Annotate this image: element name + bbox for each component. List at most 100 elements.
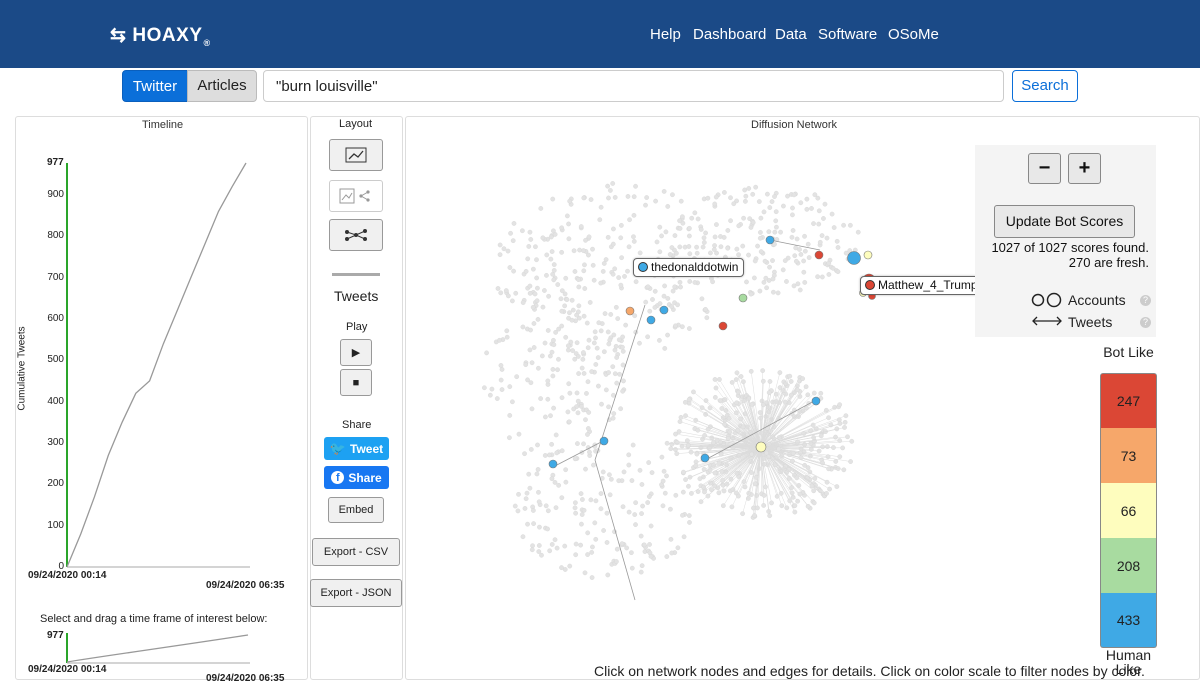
- network-node[interactable]: [614, 355, 618, 359]
- network-node[interactable]: [696, 428, 700, 432]
- network-node[interactable]: [673, 285, 677, 289]
- network-node[interactable]: [551, 374, 555, 378]
- network-node[interactable]: [785, 506, 789, 510]
- network-node[interactable]: [789, 379, 793, 383]
- network-node[interactable]: [610, 181, 614, 185]
- network-node[interactable]: [826, 467, 830, 471]
- layout-timeline-button[interactable]: [329, 139, 383, 171]
- network-node[interactable]: [827, 487, 831, 491]
- network-node[interactable]: [781, 204, 785, 208]
- network-node[interactable]: [499, 363, 503, 367]
- network-node[interactable]: [735, 247, 739, 251]
- network-node[interactable]: [589, 498, 593, 502]
- network-node[interactable]: [567, 311, 571, 315]
- network-node[interactable]: [693, 211, 697, 215]
- network-node[interactable]: [699, 227, 703, 231]
- network-node[interactable]: [516, 509, 520, 513]
- network-node[interactable]: [678, 285, 682, 289]
- network-node[interactable]: [793, 253, 797, 257]
- network-node[interactable]: [678, 245, 682, 249]
- network-node[interactable]: [825, 236, 829, 240]
- network-node[interactable]: [698, 477, 702, 481]
- network-node[interactable]: [593, 330, 597, 334]
- network-node[interactable]: [856, 230, 860, 234]
- network-node[interactable]: [595, 346, 599, 350]
- network-node[interactable]: [559, 565, 563, 569]
- network-node[interactable]: [514, 291, 518, 295]
- network-node[interactable]: [790, 213, 794, 217]
- network-node[interactable]: [736, 252, 740, 256]
- network-node[interactable]: [626, 194, 630, 198]
- network-node[interactable]: [577, 248, 581, 252]
- network-node[interactable]: [758, 289, 762, 293]
- network-node[interactable]: [532, 321, 536, 325]
- network-node[interactable]: [568, 199, 572, 203]
- network-node[interactable]: [741, 380, 745, 384]
- network-node[interactable]: [633, 522, 637, 526]
- network-node[interactable]: [840, 446, 844, 450]
- node-label-thedonalddotwin[interactable]: thedonalddotwin: [633, 258, 744, 277]
- network-node[interactable]: [714, 195, 718, 199]
- network-node[interactable]: [687, 244, 691, 248]
- network-node[interactable]: [793, 510, 797, 514]
- network-node[interactable]: [818, 240, 822, 244]
- network-node[interactable]: [551, 338, 555, 342]
- network-node[interactable]: [539, 553, 543, 557]
- network-node[interactable]: [795, 499, 799, 503]
- network-node[interactable]: [553, 480, 557, 484]
- network-node[interactable]: [627, 510, 631, 514]
- network-node[interactable]: [631, 235, 635, 239]
- network-node[interactable]: [795, 476, 799, 480]
- network-node[interactable]: [737, 224, 741, 228]
- network-node[interactable]: [594, 499, 598, 503]
- network-node[interactable]: [587, 410, 591, 414]
- network-node[interactable]: [567, 420, 571, 424]
- network-node[interactable]: [801, 259, 805, 263]
- network-node[interactable]: [653, 289, 657, 293]
- network-node[interactable]: [524, 496, 528, 500]
- network-node[interactable]: [689, 491, 693, 495]
- network-node[interactable]: [566, 222, 570, 226]
- network-node[interactable]: [511, 238, 515, 242]
- network-node[interactable]: [496, 286, 500, 290]
- network-node[interactable]: [770, 258, 774, 262]
- network-node[interactable]: [644, 300, 648, 304]
- network-node[interactable]: [759, 249, 763, 253]
- network-node[interactable]: [567, 382, 571, 386]
- network-node[interactable]: [670, 245, 674, 249]
- network-node[interactable]: [553, 330, 557, 334]
- network-node[interactable]: [530, 544, 534, 548]
- nav-data[interactable]: Data: [775, 26, 807, 43]
- network-node[interactable]: [587, 450, 591, 454]
- account-node[interactable]: [719, 322, 727, 330]
- network-node[interactable]: [658, 301, 662, 305]
- network-node[interactable]: [528, 348, 532, 352]
- network-node[interactable]: [795, 387, 799, 391]
- network-node[interactable]: [589, 550, 593, 554]
- network-node[interactable]: [613, 348, 617, 352]
- network-node[interactable]: [720, 406, 724, 410]
- network-node[interactable]: [825, 444, 829, 448]
- network-node[interactable]: [616, 275, 620, 279]
- network-node[interactable]: [583, 571, 587, 575]
- network-node[interactable]: [705, 316, 709, 320]
- network-node[interactable]: [616, 316, 620, 320]
- network-node[interactable]: [726, 436, 730, 440]
- network-node[interactable]: [550, 272, 554, 276]
- network-node[interactable]: [824, 491, 828, 495]
- network-node[interactable]: [576, 371, 580, 375]
- network-node[interactable]: [488, 393, 492, 397]
- network-node[interactable]: [580, 497, 584, 501]
- network-node[interactable]: [657, 338, 661, 342]
- network-node[interactable]: [582, 263, 586, 267]
- network-node[interactable]: [682, 535, 686, 539]
- account-node[interactable]: [660, 306, 668, 314]
- network-node[interactable]: [537, 525, 541, 529]
- network-node[interactable]: [783, 400, 787, 404]
- network-node[interactable]: [843, 420, 847, 424]
- network-node[interactable]: [803, 249, 807, 253]
- network-node[interactable]: [619, 236, 623, 240]
- network-node[interactable]: [750, 192, 754, 196]
- network-node[interactable]: [552, 268, 556, 272]
- network-node[interactable]: [537, 500, 541, 504]
